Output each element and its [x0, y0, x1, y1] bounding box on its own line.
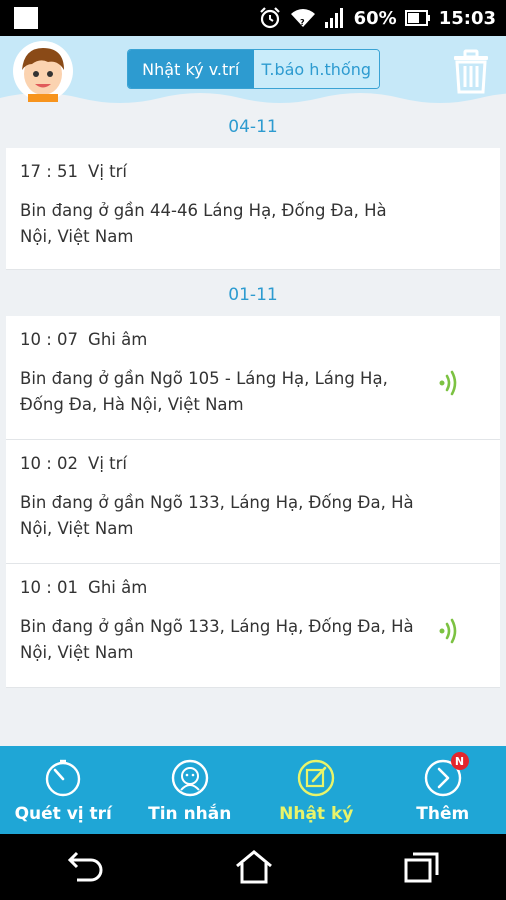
alarm-icon: [259, 7, 280, 29]
status-bar: ? 60% 15:03: [0, 0, 506, 36]
avatar[interactable]: [12, 40, 74, 102]
entry-type: Ghi âm: [88, 578, 148, 597]
signal-icon: [324, 8, 343, 28]
log-entry[interactable]: 17 : 51 Vị trí Bin đang ở gần 44-46 Láng …: [6, 148, 500, 270]
entry-time: 17 : 51: [20, 162, 79, 181]
tab-system-notice[interactable]: T.báo h.thống: [253, 50, 379, 88]
date-header: 04-11: [228, 117, 278, 137]
audio-play-icon[interactable]: [438, 368, 460, 398]
message-face-icon: [171, 759, 208, 797]
nav-label: Tin nhắn: [148, 804, 232, 824]
back-icon[interactable]: [65, 850, 105, 884]
log-entry[interactable]: 10 : 02 Vị trí Bin đang ở gần Ngõ 133, Lá…: [6, 440, 500, 564]
nav-scan-location[interactable]: Quét vị trí: [0, 746, 127, 834]
app-header: Nhật ký v.trí T.báo h.thống: [0, 36, 506, 106]
tab-location-log[interactable]: Nhật ký v.trí: [128, 50, 254, 88]
entry-time: 10 : 07: [20, 330, 79, 349]
log-tabs: Nhật ký v.trí T.báo h.thống: [127, 49, 380, 89]
entry-address: Bin đang ở gần Ngõ 133, Láng Hạ, Đống Đa…: [20, 493, 414, 538]
entry-address: Bin đang ở gần 44-46 Láng Hạ, Đống Đa, H…: [20, 201, 387, 246]
svg-text:?: ?: [300, 18, 305, 27]
nav-messages[interactable]: Tin nhắn: [127, 746, 254, 834]
nav-label: Thêm: [416, 804, 470, 824]
clock: 15:03: [438, 7, 496, 29]
system-nav-bar: [0, 834, 506, 900]
edit-note-icon: [298, 759, 335, 797]
entry-address: Bin đang ở gần Ngõ 133, Láng Hạ, Đống Đa…: [20, 617, 414, 662]
notification-square-icon: [14, 7, 38, 29]
date-header: 01-11: [228, 285, 278, 305]
entry-type: Vị trí: [88, 162, 128, 181]
entry-address: Bin đang ở gần Ngõ 105 - Láng Hạ, Láng H…: [20, 369, 388, 414]
trash-icon[interactable]: [452, 48, 490, 94]
entry-type: Vị trí: [88, 454, 128, 473]
entry-time: 10 : 02: [20, 454, 79, 473]
stopwatch-icon: [46, 759, 81, 797]
log-entry[interactable]: 10 : 01 Ghi âm Bin đang ở gần Ngõ 133, Lá…: [6, 564, 500, 688]
nav-more[interactable]: N Thêm: [380, 746, 506, 834]
battery-icon: [404, 10, 430, 26]
audio-play-icon[interactable]: [438, 616, 460, 646]
home-icon[interactable]: [234, 849, 274, 885]
wifi-icon: ?: [290, 9, 315, 27]
bottom-nav: Quét vị trí Tin nhắn Nhật ký N Thêm: [0, 746, 506, 834]
battery-percent: 60%: [353, 7, 397, 29]
new-badge: N: [450, 752, 469, 770]
log-list: 04-11 17 : 51 Vị trí Bin đang ở gần 44-46…: [0, 106, 506, 746]
recents-icon[interactable]: [403, 850, 441, 884]
nav-label: Quét vị trí: [14, 804, 112, 824]
entry-time: 10 : 01: [20, 578, 79, 597]
entry-type: Ghi âm: [88, 330, 148, 349]
nav-label: Nhật ký: [279, 804, 354, 824]
nav-log[interactable]: Nhật ký: [253, 746, 380, 834]
log-entry[interactable]: 10 : 07 Ghi âm Bin đang ở gần Ngõ 105 - L…: [6, 316, 500, 440]
